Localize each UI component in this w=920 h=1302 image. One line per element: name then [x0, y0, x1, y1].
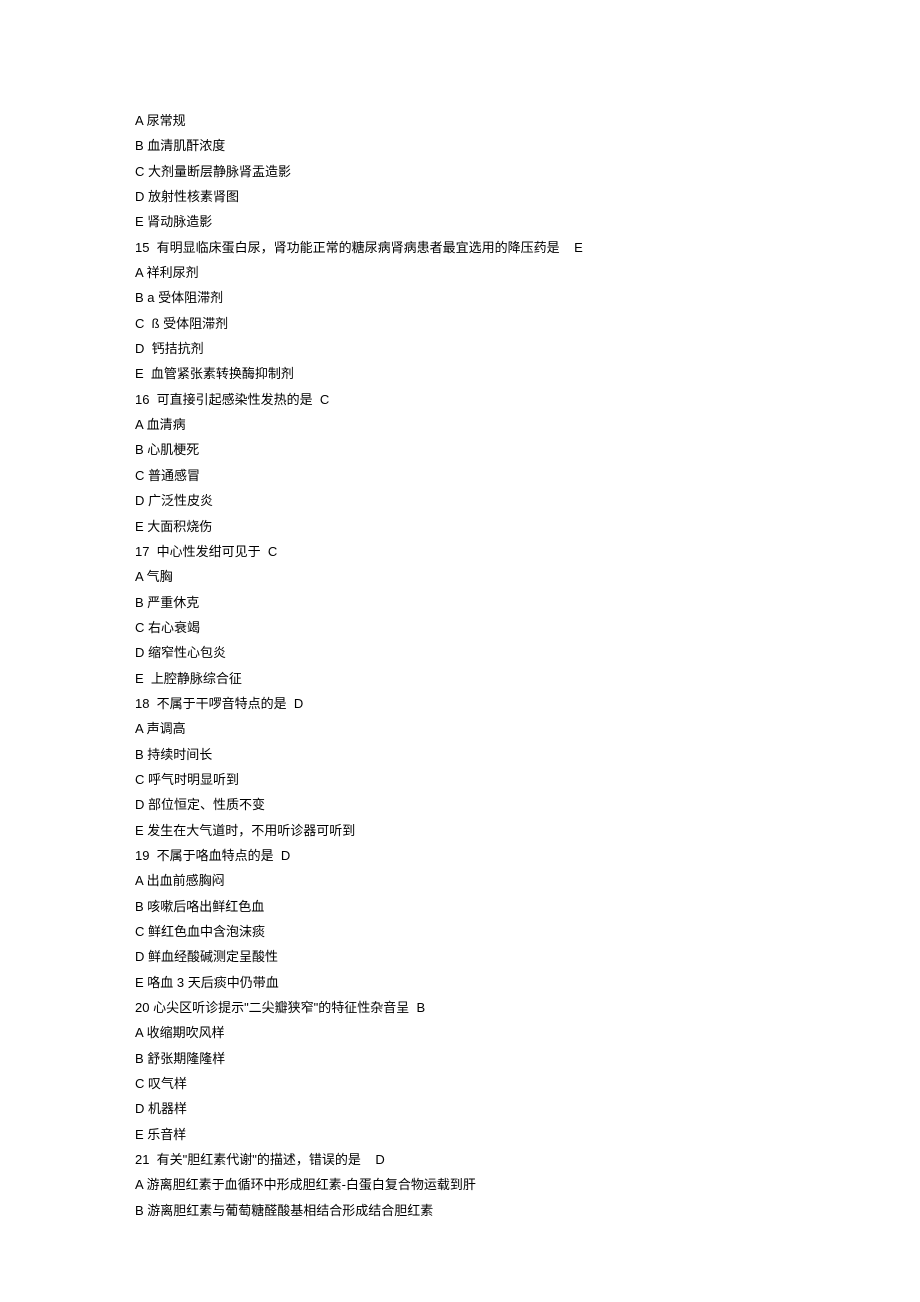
- text-line: A 尿常规: [135, 108, 920, 133]
- text-line: B 心肌梗死: [135, 437, 920, 462]
- text-line: E 肾动脉造影: [135, 209, 920, 234]
- text-line: B 持续时间长: [135, 742, 920, 767]
- text-line: B 血清肌酐浓度: [135, 133, 920, 158]
- text-line: D 放射性核素肾图: [135, 184, 920, 209]
- text-line: E 发生在大气道时，不用听诊器可听到: [135, 818, 920, 843]
- text-line: A 气胸: [135, 564, 920, 589]
- question-line: 21 有关"胆红素代谢"的描述，错误的是 D: [135, 1147, 920, 1172]
- question-line: 18 不属于干啰音特点的是 D: [135, 691, 920, 716]
- text-line: E 乐音样: [135, 1122, 920, 1147]
- text-line: C 大剂量断层静脉肾盂造影: [135, 159, 920, 184]
- question-line: 15 有明显临床蛋白尿，肾功能正常的糖尿病肾病患者最宜选用的降压药是 E: [135, 235, 920, 260]
- text-line: C 叹气样: [135, 1071, 920, 1096]
- text-line: A 祥利尿剂: [135, 260, 920, 285]
- document-page: A 尿常规 B 血清肌酐浓度 C 大剂量断层静脉肾盂造影 D 放射性核素肾图 E…: [0, 0, 920, 1302]
- document-content: A 尿常规 B 血清肌酐浓度 C 大剂量断层静脉肾盂造影 D 放射性核素肾图 E…: [135, 108, 920, 1223]
- text-line: C 鲜红色血中含泡沫痰: [135, 919, 920, 944]
- question-line: 16 可直接引起感染性发热的是 C: [135, 387, 920, 412]
- text-line: D 广泛性皮炎: [135, 488, 920, 513]
- text-line: B 游离胆红素与葡萄糖醛酸基相结合形成结合胆红素: [135, 1198, 920, 1223]
- text-line: B 严重休克: [135, 590, 920, 615]
- text-line: D 钙拮抗剂: [135, 336, 920, 361]
- text-line: A 血清病: [135, 412, 920, 437]
- text-line: C 呼气时明显听到: [135, 767, 920, 792]
- question-line: 20 心尖区听诊提示"二尖瓣狭窄"的特征性杂音呈 B: [135, 995, 920, 1020]
- text-line: A 出血前感胸闷: [135, 868, 920, 893]
- text-line: E 大面积烧伤: [135, 514, 920, 539]
- text-line: A 收缩期吹风样: [135, 1020, 920, 1045]
- text-line: A 游离胆红素于血循环中形成胆红素-白蛋白复合物运载到肝: [135, 1172, 920, 1197]
- text-line: C 右心衰竭: [135, 615, 920, 640]
- text-line: A 声调高: [135, 716, 920, 741]
- question-line: 19 不属于咯血特点的是 D: [135, 843, 920, 868]
- text-line: D 鲜血经酸碱测定呈酸性: [135, 944, 920, 969]
- text-line: B 咳嗽后咯出鲜红色血: [135, 894, 920, 919]
- text-line: D 缩窄性心包炎: [135, 640, 920, 665]
- text-line: C ß 受体阻滞剂: [135, 311, 920, 336]
- text-line: D 部位恒定、性质不变: [135, 792, 920, 817]
- text-line: E 血管紧张素转换酶抑制剂: [135, 361, 920, 386]
- text-line: E 咯血 3 天后痰中仍带血: [135, 970, 920, 995]
- text-line: B a 受体阻滞剂: [135, 285, 920, 310]
- question-line: 17 中心性发绀可见于 C: [135, 539, 920, 564]
- text-line: D 机器样: [135, 1096, 920, 1121]
- text-line: E 上腔静脉综合征: [135, 666, 920, 691]
- text-line: B 舒张期隆隆样: [135, 1046, 920, 1071]
- text-line: C 普通感冒: [135, 463, 920, 488]
